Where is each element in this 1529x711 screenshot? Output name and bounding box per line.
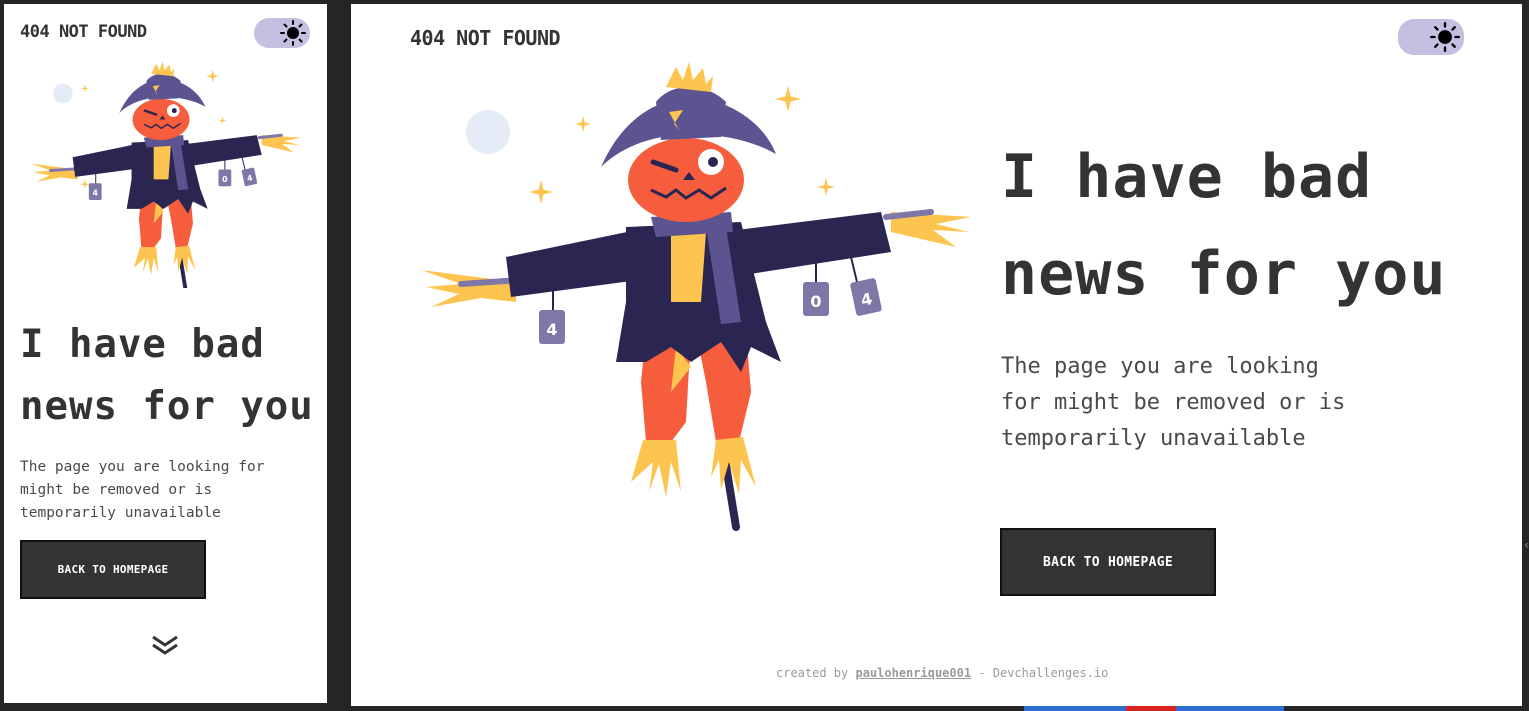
footer-author-link[interactable]: paulohenrique001: [855, 666, 971, 680]
description-line: The page you are looking: [1001, 354, 1319, 379]
moon-decoration: [466, 110, 510, 154]
description-line: for might be removed or is: [1001, 390, 1346, 415]
scarecrow-illustration: [28, 59, 301, 288]
theme-toggle[interactable]: [254, 18, 310, 48]
headline: I have bad news for you: [1001, 129, 1446, 323]
back-to-homepage-button[interactable]: BACK TO HOMEPAGE: [1000, 528, 1216, 596]
background-window-fragment: [1126, 706, 1176, 711]
description-line: temporarily unavailable: [1001, 426, 1306, 451]
theme-toggle[interactable]: [1398, 19, 1464, 55]
brand-title[interactable]: 404 NOT FOUND: [410, 26, 561, 50]
description-line: temporarily unavailable: [20, 505, 221, 521]
headline-line: I have bad: [20, 322, 265, 367]
description-line: might be removed or is: [20, 482, 213, 498]
footer-credit: created by paulohenrique001 - Devchallen…: [776, 666, 1108, 680]
headline-line: news for you: [20, 384, 314, 429]
sun-icon: [280, 20, 306, 46]
description-line: The page you are looking for: [20, 459, 265, 475]
double-chevron-down-icon[interactable]: [150, 634, 180, 656]
description: The page you are looking for might be re…: [20, 456, 264, 525]
headline-line: I have bad: [1001, 142, 1373, 212]
headline: I have bad news for you: [20, 314, 314, 438]
moon-decoration: [53, 83, 73, 104]
collapse-chevron-icon[interactable]: ‹: [1523, 538, 1529, 552]
headline-line: news for you: [1001, 239, 1447, 309]
footer-prefix: created by: [776, 666, 849, 680]
sun-icon: [1430, 22, 1460, 52]
description: The page you are looking for might be re…: [1001, 349, 1345, 457]
back-to-homepage-button[interactable]: BACK TO HOMEPAGE: [20, 540, 206, 599]
brand-title[interactable]: 404 NOT FOUND: [20, 22, 147, 42]
scarecrow-illustration: [421, 62, 981, 532]
mobile-preview: 404 NOT FOUND I have bad news for you Th…: [4, 4, 327, 703]
desktop-preview: 404 NOT FOUND I have bad news for you Th…: [351, 4, 1522, 706]
footer-suffix: - Devchallenges.io: [978, 666, 1109, 680]
